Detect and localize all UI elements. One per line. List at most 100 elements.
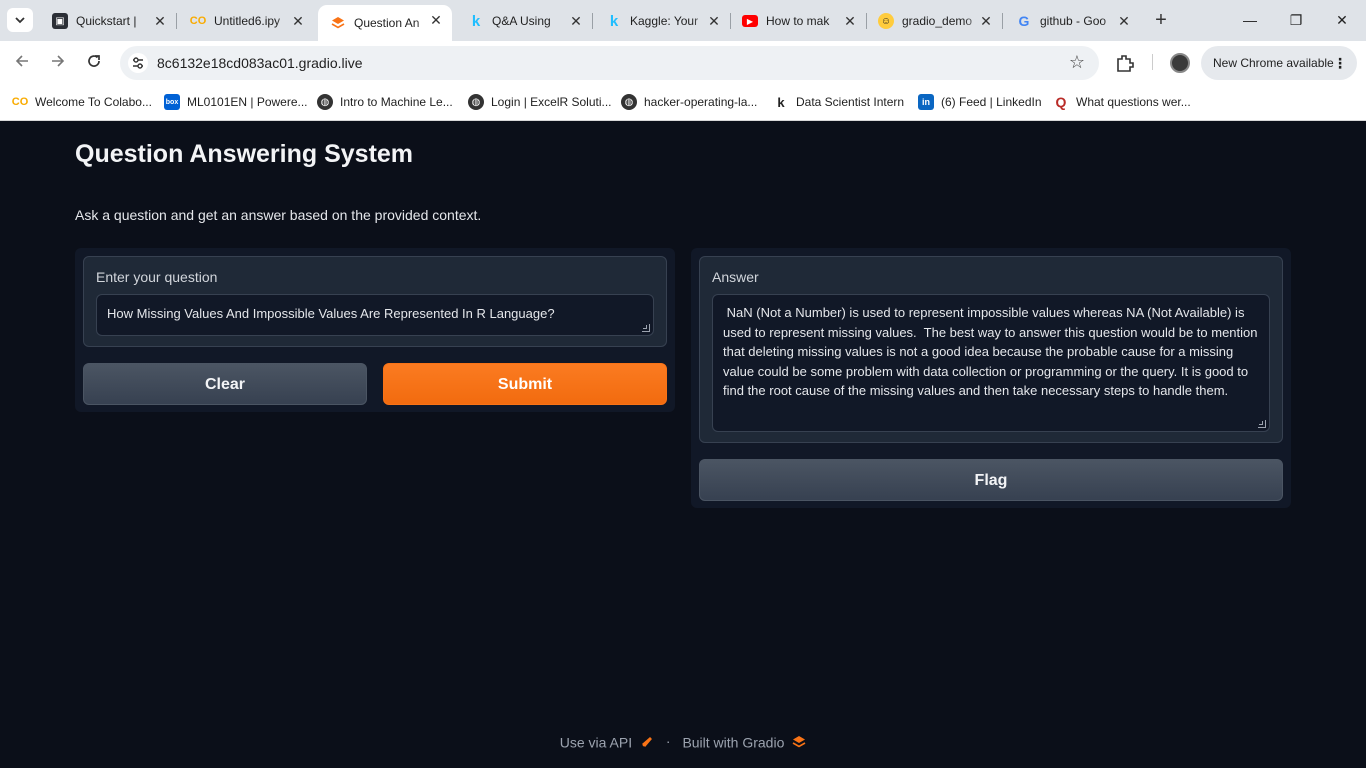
resize-handle-icon[interactable] [1258, 420, 1266, 428]
kaggle-icon: k [471, 12, 481, 30]
clear-button[interactable]: Clear [83, 363, 367, 405]
colab-icon: ▣ [52, 13, 68, 29]
bookmark-hacker-os[interactable]: ◍ hacker-operating-la... [621, 93, 757, 111]
close-icon[interactable]: ✕ [706, 13, 722, 29]
globe-icon: ◍ [621, 94, 637, 110]
close-icon[interactable]: ✕ [152, 13, 168, 29]
tab-search-button[interactable] [7, 8, 33, 32]
bookmark-data-scientist[interactable]: k Data Scientist Intern [773, 93, 904, 111]
tab-divider [592, 13, 593, 29]
bookmark-quora[interactable]: Q What questions wer... [1053, 93, 1191, 111]
bookmark-label: What questions wer... [1076, 95, 1191, 109]
more-menu-icon[interactable]: ⋮ [1333, 46, 1347, 80]
tab-untitled6[interactable]: CO Untitled6.ipy ✕ [178, 6, 314, 36]
globe-icon: ◍ [317, 94, 333, 110]
box-icon: box [164, 94, 180, 110]
gradio-icon [330, 15, 346, 31]
bookmarks-bar: CO Welcome To Colabo... box ML0101EN | P… [0, 85, 1366, 121]
tab-divider [1002, 13, 1003, 29]
output-panel: Answer NaN (Not a Number) is used to rep… [691, 248, 1291, 508]
use-via-api-link[interactable]: Use via API [559, 733, 658, 750]
update-label: New Chrome available [1213, 56, 1334, 70]
bookmark-excelr[interactable]: ◍ Login | ExcelR Soluti... [468, 93, 612, 111]
built-with-gradio-link[interactable]: Built with Gradio [682, 733, 806, 750]
close-icon[interactable]: ✕ [978, 13, 994, 29]
question-block: Enter your question How Missing Values A… [83, 256, 667, 347]
kaggle-icon: k [609, 12, 619, 30]
close-icon[interactable]: ✕ [568, 13, 584, 29]
rocket-icon [641, 736, 652, 747]
google-icon: G [1018, 13, 1030, 29]
bookmark-label: Login | ExcelR Soluti... [491, 95, 612, 109]
huggingface-icon: ☺ [878, 13, 894, 29]
tab-strip: ▣ Quickstart | ✕ CO Untitled6.ipy ✕ Ques… [0, 0, 1366, 41]
tab-kaggle[interactable]: k Kaggle: Your ✕ [594, 6, 730, 36]
gradio-app: Question Answering System Ask a question… [0, 121, 1366, 768]
tab-qa-using[interactable]: k Q&A Using ✕ [456, 6, 592, 36]
api-link-label: Use via API [559, 733, 633, 750]
forward-button[interactable] [46, 51, 70, 75]
page-description: Ask a question and get an answer based o… [75, 207, 482, 223]
tab-title: How to mak [766, 14, 830, 28]
address-bar[interactable]: 8c6132e18cd083ac01.gradio.live ☆ [120, 46, 1099, 80]
question-text: How Missing Values And Impossible Values… [107, 306, 555, 321]
linkedin-icon: in [918, 94, 934, 110]
close-icon[interactable]: ✕ [842, 13, 858, 29]
minimize-button[interactable]: — [1228, 6, 1272, 34]
youtube-icon: ▶ [742, 15, 758, 27]
kaggle-icon: k [777, 94, 785, 110]
bookmark-ml0101en[interactable]: box ML0101EN | Powere... [164, 93, 308, 111]
bookmark-label: hacker-operating-la... [644, 95, 758, 109]
tab-youtube[interactable]: ▶ How to mak ✕ [730, 6, 866, 36]
answer-output[interactable]: NaN (Not a Number) is used to represent … [712, 294, 1270, 432]
quora-icon: Q [1055, 94, 1067, 110]
close-icon[interactable]: ✕ [428, 12, 444, 28]
bookmark-linkedin[interactable]: in (6) Feed | LinkedIn [918, 93, 1042, 111]
toolbar-divider [1152, 54, 1153, 70]
arrow-left-icon [15, 55, 28, 67]
tab-title: gradio_demo [902, 14, 973, 28]
new-tab-button[interactable]: + [1151, 10, 1171, 30]
bookmark-label: Data Scientist Intern [796, 95, 905, 109]
chevron-down-icon [15, 17, 25, 24]
reload-button[interactable] [82, 51, 106, 75]
tab-quickstart[interactable]: ▣ Quickstart | ✕ [40, 6, 176, 36]
tab-title: Question An [354, 16, 420, 30]
back-button[interactable] [10, 51, 34, 75]
url-text[interactable]: 8c6132e18cd083ac01.gradio.live [157, 55, 363, 71]
bookmark-label: ML0101EN | Powere... [187, 95, 308, 109]
bookmark-intro-ml[interactable]: ◍ Intro to Machine Le... [317, 93, 453, 111]
globe-icon: ◍ [468, 94, 484, 110]
bookmark-colab[interactable]: CO Welcome To Colabo... [12, 93, 152, 111]
resize-handle-icon[interactable] [642, 324, 650, 332]
close-window-button[interactable]: ✕ [1320, 6, 1364, 34]
bookmark-label: (6) Feed | LinkedIn [941, 95, 1042, 109]
footer-separator: · [665, 733, 671, 750]
browser-toolbar: 8c6132e18cd083ac01.gradio.live ☆ New Chr… [0, 41, 1366, 85]
restore-button[interactable]: ❐ [1274, 6, 1318, 34]
question-label: Enter your question [96, 269, 218, 285]
tab-question-answering[interactable]: Question An ✕ [318, 5, 452, 41]
built-with-label: Built with Gradio [682, 733, 785, 750]
extensions-icon[interactable] [1114, 52, 1136, 74]
footer: Use via API · Built with Gradio [0, 732, 1366, 750]
arrow-right-icon [52, 55, 65, 67]
close-icon[interactable]: ✕ [1116, 13, 1132, 29]
question-input[interactable]: How Missing Values And Impossible Values… [96, 294, 654, 336]
flag-button[interactable]: Flag [699, 459, 1283, 501]
site-info-icon[interactable] [128, 53, 148, 73]
submit-button[interactable]: Submit [383, 363, 667, 405]
answer-text: NaN (Not a Number) is used to represent … [723, 305, 1262, 399]
tab-github-google[interactable]: G github - Goo ✕ [1004, 6, 1140, 36]
answer-label: Answer [712, 269, 759, 285]
gradio-logo-icon [792, 735, 806, 748]
close-icon[interactable]: ✕ [290, 13, 306, 29]
page-title: Question Answering System [75, 140, 414, 168]
profile-avatar[interactable] [1170, 53, 1190, 73]
tab-gradio-demo[interactable]: ☺ gradio_demo ✕ [866, 6, 1002, 36]
tab-title: github - Goo [1040, 14, 1107, 28]
chrome-update-button[interactable]: New Chrome available ⋮ [1201, 46, 1357, 80]
bookmark-star-icon[interactable]: ☆ [1069, 52, 1085, 73]
tab-title: Untitled6.ipy [214, 14, 281, 28]
input-panel: Enter your question How Missing Values A… [75, 248, 675, 412]
